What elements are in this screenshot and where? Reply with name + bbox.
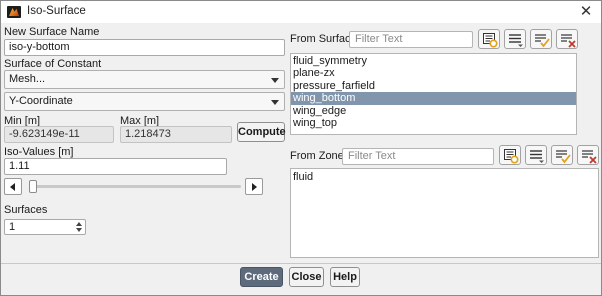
list-item-selected[interactable]: wing_bottom (291, 92, 576, 105)
iso-values-label: Iso-Values [m] (4, 146, 74, 158)
dialog-content: New Surface Name iso-y-bottom Surface of… (1, 23, 601, 262)
select-all-icon (483, 33, 498, 48)
help-button[interactable]: Help (330, 267, 360, 287)
surfaces-spinner[interactable]: 1 (4, 219, 86, 235)
surface-of-constant-value: Mesh... (9, 73, 46, 85)
select-all-icon (504, 149, 519, 164)
iso-value-slider[interactable] (4, 178, 264, 197)
window-title: Iso-Surface (27, 5, 86, 17)
list-options-button[interactable] (504, 29, 526, 49)
list-item[interactable]: fluid_symmetry (291, 55, 576, 67)
from-surface-label: From Surface (290, 33, 357, 45)
from-zones-filter-input[interactable]: Filter Text (342, 148, 494, 165)
from-surface-list[interactable]: fluid_symmetry plane-zx pressure_farfiel… (290, 53, 577, 135)
check-all-button[interactable] (530, 29, 552, 49)
max-value-field: 1.218473 (120, 126, 232, 143)
from-surface-filter-input[interactable]: Filter Text (349, 31, 473, 48)
title-bar: Iso-Surface ✕ (1, 1, 601, 23)
chevron-down-icon (271, 100, 279, 105)
close-window-button[interactable]: ✕ (577, 3, 595, 21)
surfaces-label: Surfaces (4, 204, 48, 216)
spin-up-icon[interactable] (76, 222, 82, 226)
list-item[interactable]: wing_top (291, 117, 576, 129)
iso-values-input[interactable]: 1.11 (4, 158, 227, 175)
from-zones-label: From Zones (290, 150, 350, 162)
surface-of-constant-dropdown[interactable]: Mesh... (4, 70, 285, 89)
list-options-icon (509, 34, 523, 47)
list-item[interactable]: wing_edge (291, 105, 576, 117)
slider-increment-button[interactable] (245, 178, 263, 195)
compute-button[interactable]: Compute (237, 122, 286, 142)
fluent-app-icon (7, 6, 21, 18)
slider-thumb[interactable] (29, 180, 37, 193)
list-options-icon (530, 150, 544, 163)
slider-track[interactable] (29, 185, 241, 188)
from-zones-list[interactable]: fluid (290, 168, 599, 258)
zones-list-options-button[interactable] (525, 145, 547, 165)
deselect-all-icon (561, 34, 576, 48)
arrow-left-icon (10, 183, 15, 191)
new-surface-name-label: New Surface Name (4, 26, 100, 38)
list-item[interactable]: pressure_farfield (291, 80, 576, 92)
arrow-right-icon (252, 183, 257, 191)
deselect-all-icon (582, 150, 597, 164)
create-button[interactable]: Create (240, 267, 283, 287)
chevron-down-icon (271, 78, 279, 83)
dialog-footer: Create Close Help (1, 264, 601, 295)
zones-check-all-button[interactable] (551, 145, 573, 165)
spin-down-icon[interactable] (76, 228, 82, 232)
list-item[interactable]: plane-zx (291, 67, 576, 79)
close-button[interactable]: Close (289, 267, 324, 287)
deselect-all-button[interactable] (556, 29, 578, 49)
surface-of-constant-label: Surface of Constant (4, 58, 102, 70)
coordinate-dropdown[interactable]: Y-Coordinate (4, 92, 285, 111)
check-all-icon (556, 150, 571, 164)
zones-deselect-all-button[interactable] (577, 145, 599, 165)
list-item[interactable]: fluid (291, 171, 598, 183)
coordinate-value: Y-Coordinate (9, 95, 73, 107)
new-surface-name-input[interactable]: iso-y-bottom (4, 39, 285, 56)
zones-select-all-button[interactable] (499, 145, 521, 165)
slider-decrement-button[interactable] (4, 178, 22, 195)
iso-surface-dialog: Iso-Surface ✕ New Surface Name iso-y-bot… (0, 0, 602, 296)
surfaces-value: 1 (9, 221, 16, 233)
select-all-button[interactable] (478, 29, 500, 49)
min-value-field: -9.623149e-11 (4, 126, 114, 143)
check-all-icon (535, 34, 550, 48)
